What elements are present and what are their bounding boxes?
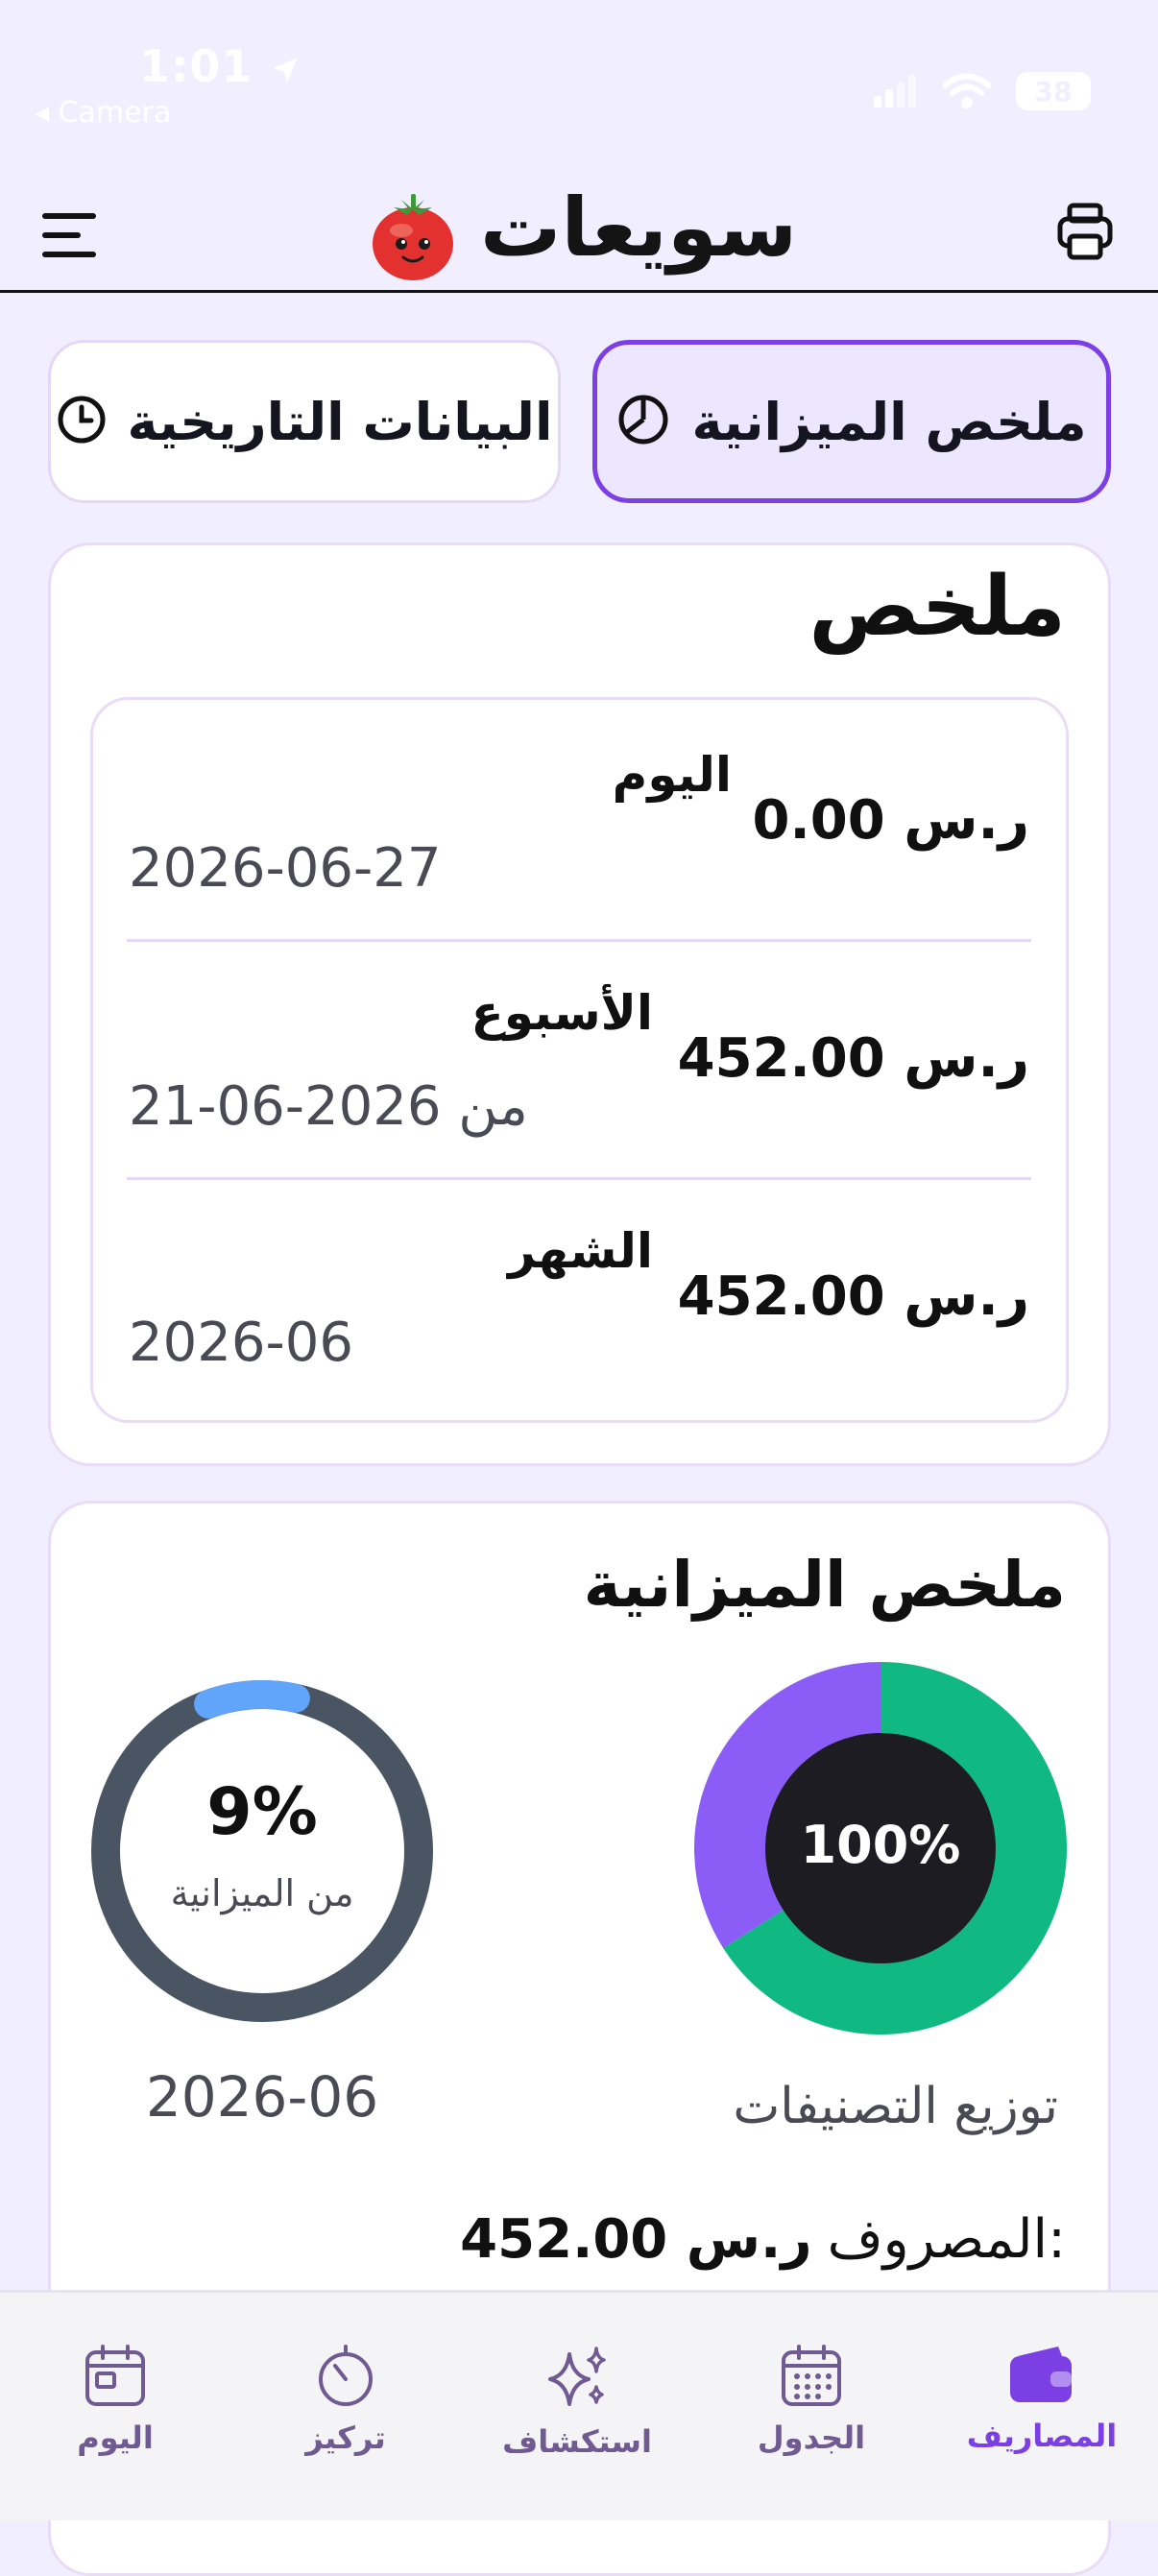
budget-percent: 9%: [206, 1774, 318, 1850]
nav-label-today: اليوم: [77, 2420, 154, 2456]
today-label: اليوم: [612, 747, 732, 803]
app-title: سويعات: [480, 181, 798, 275]
spent-summary: 452.00 ر.س المصروف:: [460, 2208, 1066, 2271]
ring-track: [91, 1680, 433, 2022]
month-date: 2026-06: [129, 1312, 353, 1374]
tab-budget-summary-label: ملخص الميزانية: [691, 391, 1087, 452]
pie-chart-icon: [616, 393, 670, 450]
sparkles-icon: [548, 2347, 606, 2406]
ring-month: 2026-06: [145, 2064, 379, 2130]
summary-title: ملخص: [808, 559, 1066, 655]
back-to-camera-link[interactable]: ◂ Camera: [35, 96, 171, 130]
spent-label: المصروف:: [827, 2208, 1066, 2271]
nav-item-schedule[interactable]: الجدول: [715, 2345, 907, 2456]
nav-item-expenses[interactable]: المصاريف: [946, 2345, 1138, 2454]
nav-label-focus: تركيز: [305, 2420, 386, 2456]
nav-item-focus[interactable]: تركيز: [250, 2345, 442, 2456]
nav-item-explore[interactable]: استكشاف: [481, 2345, 673, 2460]
timer-icon: [319, 2345, 373, 2406]
budget-percent-caption: من الميزانية: [170, 1872, 354, 1914]
tab-historical-data-label: البيانات التاريخية: [127, 391, 553, 452]
budget-usage-ring: [91, 1680, 433, 2022]
week-label: الأسبوع: [470, 985, 653, 1041]
tab-budget-summary[interactable]: ملخص الميزانية: [592, 340, 1111, 503]
tab-historical-data[interactable]: البيانات التاريخية: [48, 340, 561, 503]
today-date: 2026-06-27: [129, 837, 442, 900]
location-arrow-icon: [273, 57, 299, 83]
status-time: 1:01: [139, 40, 302, 92]
month-label: الشهر: [508, 1223, 653, 1279]
ring-fill: [194, 1680, 310, 1719]
calendar-grid-icon: [782, 2345, 841, 2406]
wallet-icon: [1010, 2347, 1072, 2402]
battery-indicator: 38: [1016, 72, 1091, 110]
nav-label-explore: استكشاف: [502, 2423, 652, 2460]
printer-icon[interactable]: [1056, 202, 1114, 261]
tomato-logo-icon: [365, 188, 461, 284]
status-time-text: 1:01: [139, 40, 253, 92]
month-amount: 452.00 ر.س: [677, 1265, 1029, 1328]
nav-label-expenses: المصاريف: [966, 2418, 1118, 2454]
category-center-label: 100%: [800, 1815, 961, 1875]
status-icons: 38: [874, 67, 1091, 115]
today-amount: 0.00 ر.س: [752, 789, 1029, 852]
cellular-signal-icon: [874, 75, 916, 108]
nav-label-schedule: الجدول: [757, 2420, 866, 2456]
row-divider: [127, 1177, 1031, 1180]
hamburger-menu-icon[interactable]: [42, 213, 102, 259]
budget-summary-title: ملخص الميزانية: [583, 1548, 1066, 1622]
clock-icon: [57, 395, 107, 448]
week-amount: 452.00 ر.س: [677, 1027, 1029, 1090]
row-divider: [127, 939, 1031, 942]
category-distribution-caption: توزيع التصنيفات: [733, 2078, 1058, 2135]
calendar-today-icon: [85, 2345, 145, 2406]
nav-item-today[interactable]: اليوم: [19, 2345, 211, 2456]
spent-value: 452.00 ر.س: [460, 2208, 812, 2271]
wifi-icon: [943, 73, 991, 108]
week-date: من 2026-06-21: [129, 1075, 528, 1138]
